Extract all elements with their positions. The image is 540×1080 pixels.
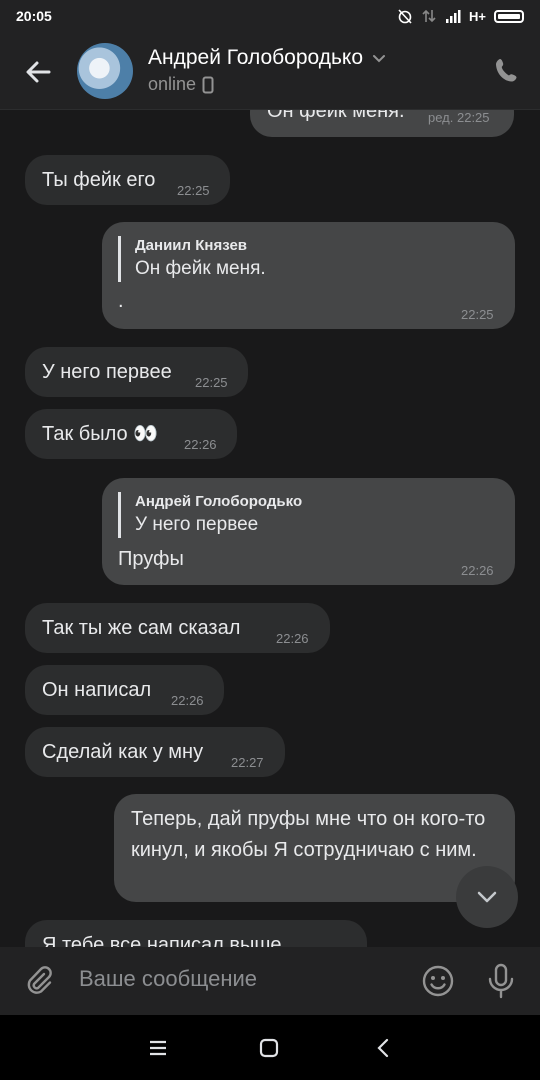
- menu-icon[interactable]: [145, 1035, 171, 1061]
- status-bar: 20:05 H+: [0, 0, 540, 34]
- reply-author: Андрей Голобородько: [135, 493, 303, 510]
- data-arrows-icon: [422, 9, 436, 23]
- chevron-down-icon[interactable]: [371, 50, 387, 66]
- message-time: 22:26: [461, 563, 494, 578]
- contact-name-row[interactable]: Андрей Голобородько: [148, 46, 387, 70]
- message-time: 22:27: [231, 755, 264, 770]
- reply-quote[interactable]: Андрей Голобородько У него первее: [118, 492, 302, 538]
- clock: 20:05: [16, 8, 52, 24]
- message-bubble-incoming[interactable]: Сделай как у мну 22:27: [25, 727, 285, 777]
- message-text: .: [118, 290, 124, 312]
- message-composer: Ваше сообщение: [0, 947, 540, 1015]
- message-bubble-incoming[interactable]: Он написал 22:26: [25, 665, 224, 715]
- message-text: Пруфы: [118, 548, 184, 570]
- alarm-off-icon: [398, 9, 412, 24]
- message-bubble-incoming[interactable]: Я тебе все написал выше: [25, 920, 367, 947]
- message-text: Сделай как у мну: [42, 741, 204, 763]
- message-bubble-incoming[interactable]: Так ты же сам сказал 22:26: [25, 603, 330, 653]
- message-text: Ты фейк его: [42, 169, 156, 191]
- message-text: Он фейк меня.: [267, 110, 405, 122]
- message-time: 22:26: [276, 631, 309, 646]
- reply-text: Он фейк меня.: [135, 258, 266, 279]
- message-text: Он написал: [42, 679, 152, 701]
- reply-author: Даниил Князев: [135, 237, 248, 254]
- message-time: 22:25: [195, 375, 228, 390]
- message-time: 22:25: [177, 183, 210, 198]
- message-bubble-incoming[interactable]: Так было 👀 22:26: [25, 409, 237, 459]
- back-arrow-icon[interactable]: [22, 56, 54, 88]
- message-text: Теперь, дай пруфы мне что он кого-то кин…: [131, 808, 486, 861]
- message-input[interactable]: Ваше сообщение: [79, 966, 257, 992]
- message-time: 22:26: [184, 437, 217, 452]
- contact-status-row: online: [148, 74, 214, 95]
- message-time: 22:25: [461, 307, 494, 322]
- battery-icon: [494, 9, 524, 23]
- message-bubble-outgoing-reply[interactable]: Даниил Князев Он фейк меня. . 22:25: [102, 222, 515, 329]
- scroll-to-bottom-button[interactable]: [456, 866, 518, 928]
- chevron-down-icon: [477, 891, 497, 903]
- mobile-phone-icon: [202, 76, 214, 93]
- signal-icon: [446, 10, 461, 23]
- message-bubble-outgoing-reply[interactable]: Андрей Голобородько У него первее Пруфы …: [102, 478, 515, 585]
- message-bubble-incoming[interactable]: Ты фейк его 22:25: [25, 155, 230, 205]
- message-text: Я тебе все написал выше: [42, 934, 282, 947]
- online-status: online: [148, 74, 197, 94]
- message-list[interactable]: Он фейк меня. ред. 22:25 Ты фейк его 22:…: [0, 110, 540, 947]
- back-icon[interactable]: [371, 1035, 397, 1061]
- message-time: ред. 22:25: [428, 110, 490, 125]
- contact-name[interactable]: Андрей Голобородько: [148, 46, 363, 70]
- message-text: Так ты же сам сказал: [42, 617, 241, 639]
- paperclip-icon[interactable]: [22, 964, 56, 998]
- message-text: Так было 👀: [42, 423, 159, 445]
- system-navigation-bar: [0, 1015, 540, 1080]
- status-icons: H+: [397, 8, 524, 24]
- message-bubble-incoming[interactable]: У него первее 22:25: [25, 347, 248, 397]
- message-time: 22:26: [171, 693, 204, 708]
- avatar[interactable]: [77, 43, 133, 99]
- network-type: H+: [469, 8, 486, 24]
- reply-quote[interactable]: Даниил Князев Он фейк меня.: [118, 236, 266, 282]
- message-bubble-outgoing[interactable]: Он фейк меня. ред. 22:25: [250, 110, 514, 137]
- home-icon[interactable]: [256, 1035, 282, 1061]
- chat-header: Андрей Голобородько online: [0, 34, 540, 110]
- emoji-icon[interactable]: [421, 964, 455, 998]
- microphone-icon[interactable]: [486, 963, 516, 999]
- reply-text: У него первее: [135, 514, 259, 535]
- message-bubble-outgoing[interactable]: Теперь, дай пруфы мне что он кого-то кин…: [114, 794, 515, 902]
- message-text: У него первее: [42, 361, 172, 383]
- phone-call-icon[interactable]: [492, 56, 522, 86]
